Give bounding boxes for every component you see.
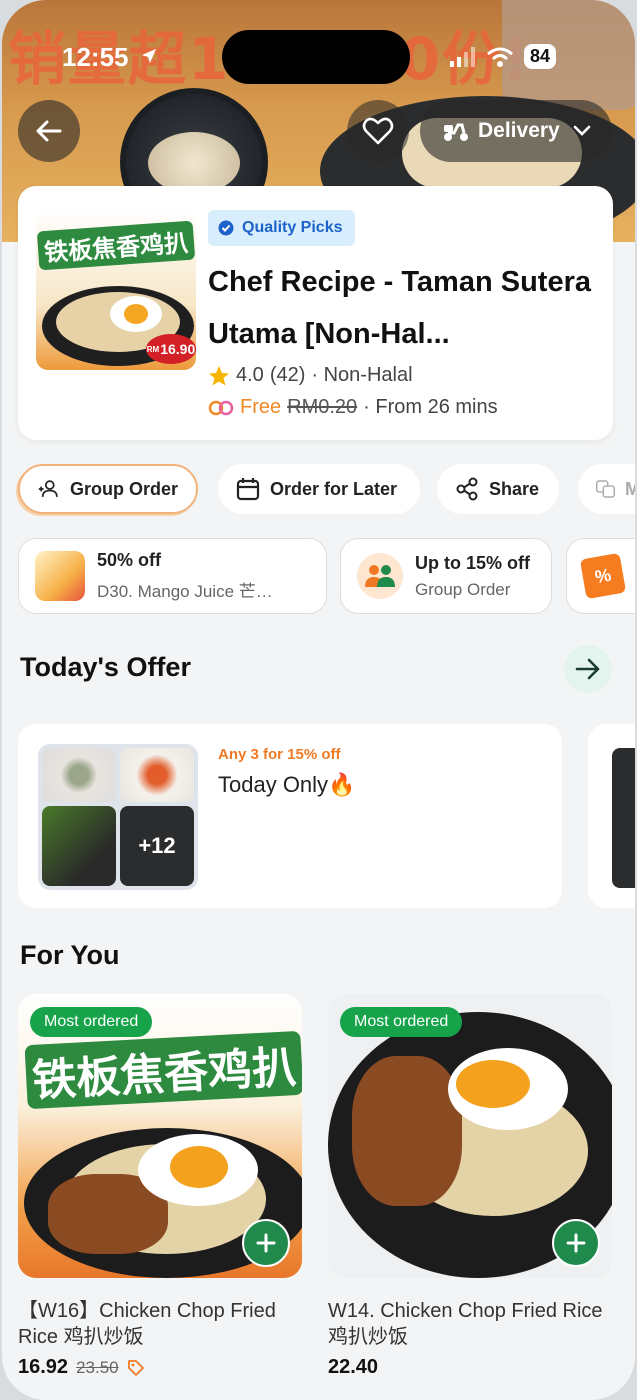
promo-card-discount[interactable]: %: [566, 538, 635, 614]
food-old-price: 23.50: [76, 1357, 119, 1377]
offer-image-dish: [120, 748, 194, 802]
offer-title: Today Only🔥: [218, 772, 356, 797]
most-ordered-badge: Most ordered: [30, 1007, 153, 1037]
translate-button[interactable]: M: [578, 464, 635, 514]
translate-icon: [596, 480, 615, 498]
offer-card-next[interactable]: [588, 724, 635, 908]
promo-title: 50% off: [97, 550, 162, 570]
offer-label: Any 3 for 15% off: [218, 746, 341, 763]
merchant-name: Chef Recipe - Taman Sutera Utama [Non-Ha…: [208, 266, 592, 350]
location-arrow-icon: [141, 48, 157, 64]
signal-icon: [450, 46, 475, 67]
review-count: (42): [269, 364, 306, 386]
share-icon: [456, 477, 478, 501]
delivery-mode-label: Delivery: [478, 119, 560, 142]
food-yolk: [170, 1146, 228, 1188]
discount-tag-icon: %: [579, 552, 627, 600]
best-seller-badge-center: [148, 132, 240, 194]
quality-picks-label: Quality Picks: [242, 219, 343, 236]
offer-image-grid: +12: [38, 744, 198, 890]
add-to-cart-button[interactable]: [552, 1219, 600, 1267]
offer-image-salad: [42, 806, 116, 886]
delivery-free-label: Free: [240, 396, 282, 418]
favorite-button[interactable]: [347, 100, 409, 162]
scooter-icon: [444, 123, 468, 141]
merchant-info-card: 铁板焦香鸡扒 RM 16.90 Quality Picks Chef Recipe…: [18, 186, 613, 440]
merchant-image-price: RM 16.90: [146, 334, 196, 364]
back-arrow-icon: [36, 120, 62, 142]
promo-subtitle: Group Order: [415, 579, 511, 599]
offer-more-count: +12: [120, 806, 194, 886]
order-later-button[interactable]: Order for Later: [218, 464, 420, 514]
order-later-label: Order for Later: [270, 478, 398, 499]
calendar-icon: [236, 478, 260, 501]
quality-picks-badge: Quality Picks: [208, 210, 355, 246]
promo-card-mango-juice[interactable]: 50% off D30. Mango Juice 芒…: [18, 538, 327, 614]
battery-indicator: 84: [524, 44, 557, 69]
free-delivery-icon: [208, 400, 234, 415]
food-price-row: 22.40: [328, 1356, 378, 1379]
status-time: 12:55: [62, 42, 129, 72]
arrow-right-icon: [575, 658, 600, 680]
heart-icon: [362, 117, 394, 145]
delivery-old-fee: RM0.20: [287, 396, 358, 418]
share-button[interactable]: Share: [437, 464, 559, 514]
dynamic-island: [222, 30, 410, 84]
merchant-image-yolk: [124, 304, 148, 324]
group-order-label: Group Order: [69, 478, 178, 499]
offer-card[interactable]: +12 Any 3 for 15% off Today Only🔥: [18, 724, 562, 908]
add-group-icon: [38, 480, 58, 497]
verified-icon: [218, 220, 234, 236]
rating-value: 4.0: [236, 364, 264, 386]
offer-image-soup: [42, 748, 116, 802]
merchant-logo-image: 铁板焦香鸡扒 RM 16.90: [36, 210, 196, 370]
todays-offer-heading: Today's Offer: [20, 652, 191, 682]
merchant-category: · Non-Halal: [311, 364, 413, 386]
todays-offer-see-all-button[interactable]: [564, 645, 612, 693]
plus-icon: [256, 1233, 276, 1253]
group-order-button[interactable]: Group Order: [18, 464, 198, 514]
promo-title: Up to 15% off: [415, 552, 530, 573]
food-name[interactable]: 【W16】Chicken Chop Fried Rice 鸡扒炒饭: [18, 1298, 302, 1350]
star-icon: [209, 365, 229, 385]
status-indicators: 84: [450, 44, 557, 69]
promo-card-group-order[interactable]: Up to 15% off Group Order: [340, 538, 552, 614]
chevron-down-icon: [573, 125, 591, 136]
promo-drink-image: [35, 551, 85, 601]
delivery-time: · From 26 mins: [363, 396, 498, 418]
tag-icon: [127, 1359, 144, 1376]
add-to-cart-button[interactable]: [242, 1219, 290, 1267]
share-label: Share: [489, 478, 540, 499]
merchant-image-price-value: 16.90: [160, 341, 196, 357]
back-button[interactable]: [18, 100, 80, 162]
food-chop: [352, 1056, 462, 1206]
merchant-image-price-prefix: RM: [146, 344, 160, 354]
group-people-icon: [365, 565, 395, 587]
plus-icon: [566, 1233, 586, 1253]
food-price-row: 16.92 23.50: [18, 1356, 145, 1379]
most-ordered-badge: Most ordered: [340, 1007, 463, 1037]
delivery-fee-row: Free RM0.20 · From 26 mins: [208, 396, 498, 419]
merchant-image-title: 铁板焦香鸡扒: [36, 220, 196, 271]
offer-next-image: [612, 748, 635, 888]
food-yolk: [456, 1060, 530, 1108]
rating-row[interactable]: 4.0 (42) · Non-Halal: [208, 364, 413, 387]
for-you-heading: For You: [20, 940, 120, 970]
phone-screen: 销量超100000份! 12:55 84: [2, 0, 635, 1400]
wifi-icon: [487, 47, 513, 67]
food-name[interactable]: W14. Chicken Chop Fried Rice 鸡扒炒饭: [328, 1298, 612, 1350]
promo-subtitle: D30. Mango Juice 芒…: [97, 582, 273, 601]
food-price: 16.92: [18, 1356, 69, 1378]
food-image-title: 铁板焦香鸡扒: [24, 1030, 302, 1110]
group-promo-icon: [357, 553, 403, 599]
translate-label: M: [625, 478, 635, 499]
delivery-mode-selector[interactable]: Delivery: [420, 100, 612, 162]
food-price: 22.40: [328, 1356, 379, 1378]
